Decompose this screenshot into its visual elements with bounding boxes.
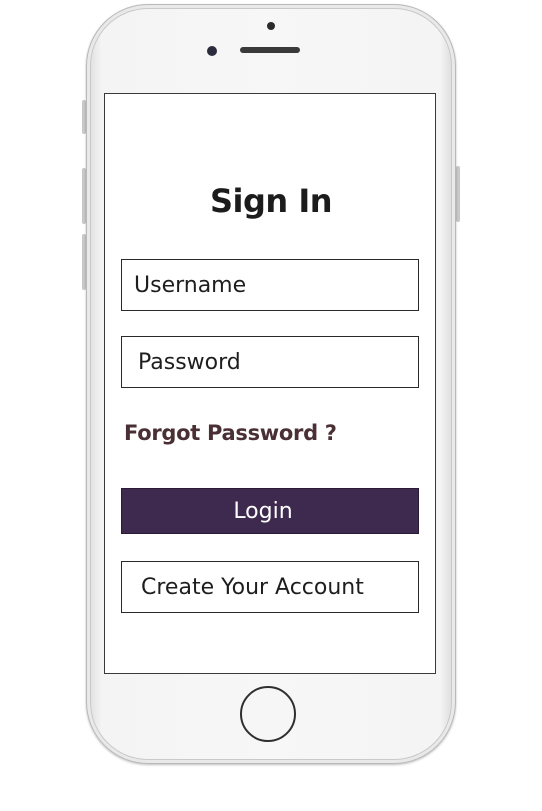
create-account-button[interactable]: Create Your Account: [121, 561, 419, 613]
login-button-label: Login: [233, 498, 293, 524]
username-placeholder: Username: [134, 272, 247, 298]
front-camera-icon: [207, 46, 217, 56]
page-title: Sign In: [209, 182, 333, 220]
forgot-password-link[interactable]: Forgot Password ?: [124, 421, 337, 445]
speaker-icon: [240, 47, 300, 53]
create-account-label: Create Your Account: [141, 574, 364, 600]
proximity-sensor-icon: [267, 22, 275, 30]
login-button[interactable]: Login: [121, 488, 419, 534]
password-field[interactable]: Password: [121, 336, 419, 388]
phone-mockup: Sign In Username Password Forgot Passwor…: [0, 0, 542, 811]
username-field[interactable]: Username: [121, 259, 419, 311]
home-button-icon[interactable]: [240, 686, 296, 742]
password-placeholder: Password: [138, 349, 241, 375]
